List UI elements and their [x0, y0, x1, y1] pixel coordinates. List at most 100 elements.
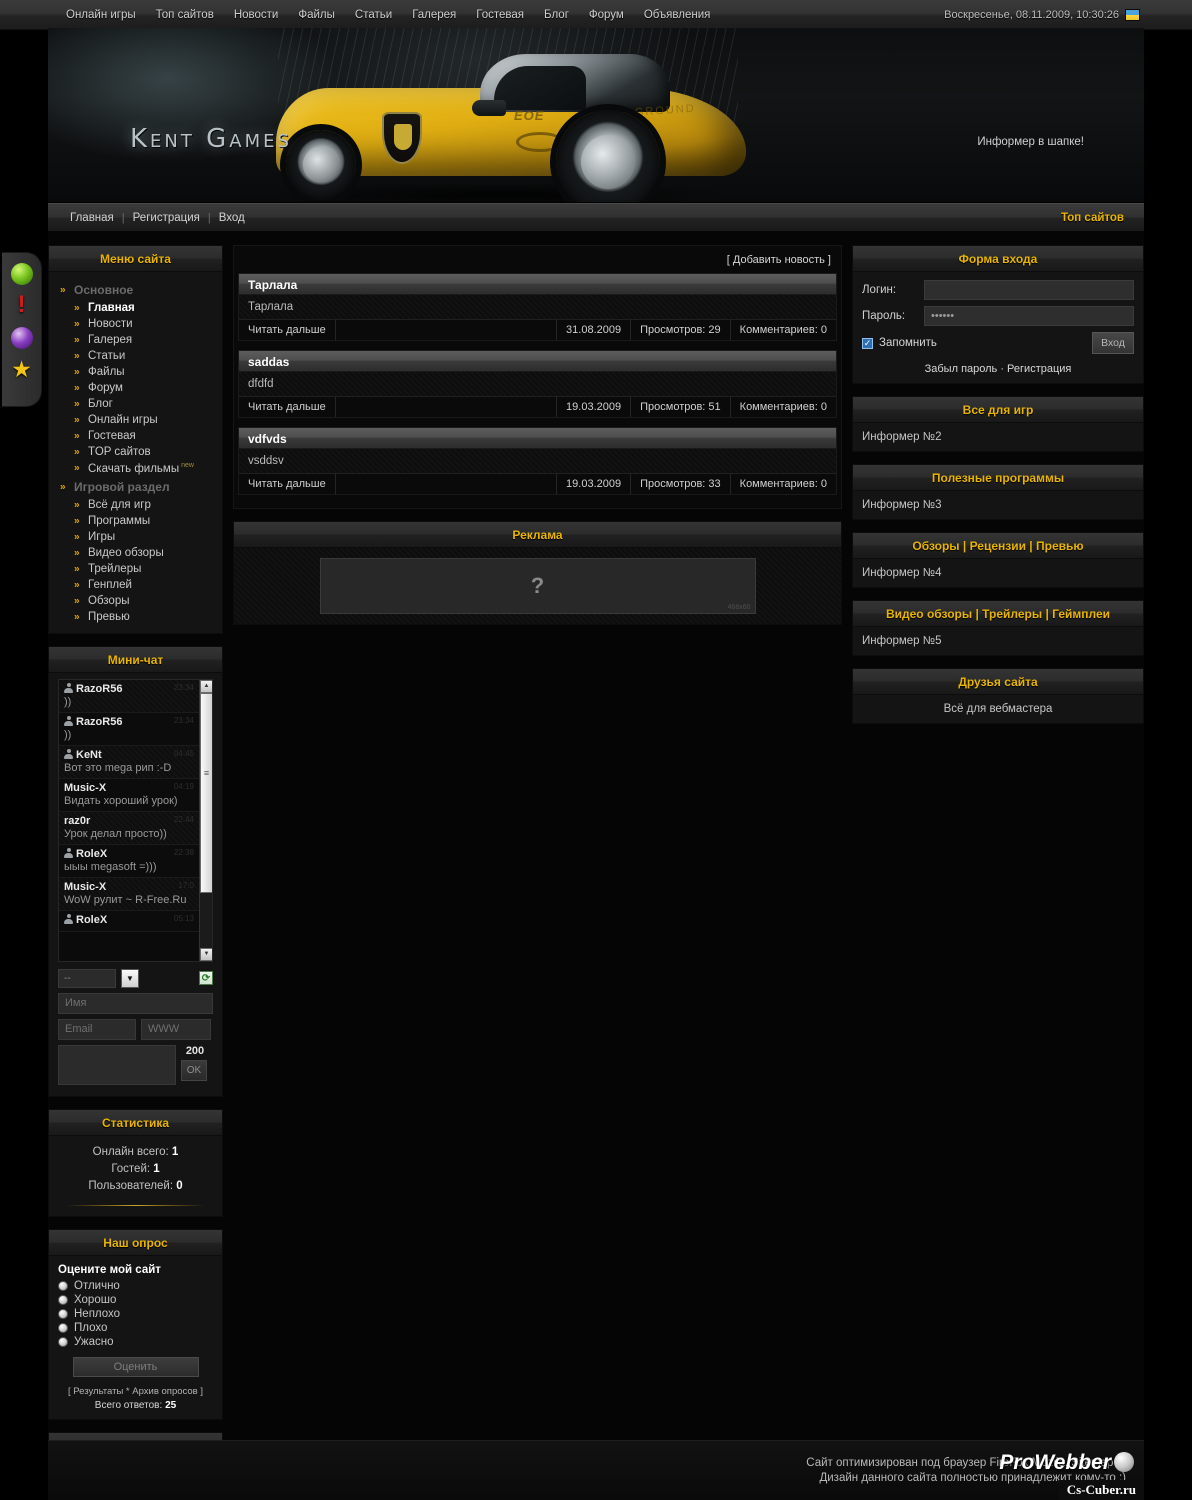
site-menu-body: » Основное » Главная » Новости » Галерея — [48, 271, 223, 634]
sidebar-item-guestbook[interactable]: » Гостевая — [58, 428, 213, 444]
purple-orb-icon[interactable] — [10, 327, 33, 349]
top-nav-item-2[interactable]: Новости — [224, 0, 289, 30]
radio-icon[interactable] — [58, 1280, 68, 1291]
site-friends-title: Друзья сайта — [852, 668, 1144, 694]
read-more-link[interactable]: Читать дальше — [239, 474, 336, 494]
top-nav-item-6[interactable]: Гостевая — [466, 0, 534, 30]
sidebar-item-video-reviews[interactable]: » Видео обзоры — [58, 545, 213, 561]
scrollbar-thumb[interactable] — [200, 692, 212, 893]
chat-message-text: ыыы megasoft =))) — [64, 860, 157, 873]
refresh-icon[interactable]: ⟳ — [199, 971, 213, 986]
chat-scrollbar[interactable]: ▲ ▼ — [199, 679, 212, 961]
chevron-right-icon: » — [74, 611, 79, 623]
subnav-item-register[interactable]: Регистрация — [125, 212, 208, 224]
sidebar-item-gameplay[interactable]: » Генплей — [58, 577, 213, 593]
top-nav-item-5[interactable]: Галерея — [402, 0, 466, 30]
read-more-link[interactable]: Читать дальше — [239, 397, 336, 417]
poll-option-2[interactable]: Неплохо — [58, 1307, 213, 1321]
car-decal-text: EOE — [514, 108, 545, 123]
sidebar-item-gallery[interactable]: » Галерея — [58, 332, 213, 348]
sidebar-item-online-games[interactable]: » Онлайн игры — [58, 412, 213, 428]
sidebar-item-games[interactable]: » Игры — [58, 529, 213, 545]
menu-item-label: Программы — [88, 514, 151, 527]
radio-icon[interactable] — [58, 1322, 68, 1333]
poll-option-0[interactable]: Отлично — [58, 1279, 213, 1293]
sidebar-item-files[interactable]: » Файлы — [58, 364, 213, 380]
statistics-body: Онлайн всего: 1 Гостей: 1 Пользователей:… — [48, 1134, 223, 1217]
sidebar-item-download-movies[interactable]: » Скачать фильмы new — [58, 460, 213, 477]
news-body: dfdfd — [238, 372, 837, 396]
poll-title: Наш опрос — [48, 1228, 223, 1255]
sidebar-item-all-for-games[interactable]: » Всё для игр — [58, 497, 213, 513]
chat-www-input[interactable] — [141, 1018, 211, 1040]
top-nav-item-3[interactable]: Файлы — [288, 0, 345, 30]
subnav-item-home[interactable]: Главная — [62, 212, 122, 224]
block-site-menu: Меню сайта » Основное » Главная » Новост… — [48, 245, 223, 634]
subnav-top-sites-link[interactable]: Топ сайтов — [1061, 212, 1130, 224]
news-comments[interactable]: Комментариев: 0 — [731, 474, 836, 494]
chat-smiley-select[interactable]: -- — [58, 968, 116, 988]
poll-results-links[interactable]: [ Результаты * Архив опросов ] — [58, 1386, 213, 1397]
main-content: [ Добавить новость ] Тарлала Тарлала Чит… — [233, 245, 842, 637]
sidebar-item-top-sites[interactable]: » TOP сайтов — [58, 444, 213, 460]
star-icon[interactable]: ★ — [10, 358, 34, 382]
prowebber-logo[interactable]: ProWebber — [999, 1451, 1134, 1475]
top-nav-item-0[interactable]: Онлайн игры — [56, 0, 146, 30]
sidebar-item-programs[interactable]: » Программы — [58, 513, 213, 529]
top-nav-item-8[interactable]: Форум — [579, 0, 634, 30]
site-logo[interactable]: Kent Games — [130, 124, 292, 154]
top-nav-item-9[interactable]: Объявления — [634, 0, 721, 30]
menu-item-label: Всё для игр — [88, 498, 151, 511]
sidebar-item-preview[interactable]: » Превью — [58, 609, 213, 625]
top-nav-item-4[interactable]: Статьи — [345, 0, 402, 30]
add-news-link[interactable]: [ Добавить новость ] — [238, 250, 837, 273]
ad-placeholder[interactable]: ? 468x60 — [319, 558, 756, 614]
poll-submit-button[interactable]: Оценить — [72, 1356, 199, 1377]
news-comments[interactable]: Комментариев: 0 — [731, 397, 836, 417]
read-more-link[interactable]: Читать дальше — [239, 320, 336, 340]
sidebar-item-forum[interactable]: » Форум — [58, 380, 213, 396]
current-datetime: Воскресенье, 08.11.2009, 10:30:26 — [944, 8, 1140, 21]
scroll-up-icon[interactable]: ▲ — [200, 679, 212, 693]
informer-3-text: Информер №3 — [862, 499, 942, 511]
sidebar-item-trailers[interactable]: » Трейлеры — [58, 561, 213, 577]
chat-message-input[interactable] — [58, 1044, 176, 1085]
sidebar-item-news[interactable]: » Новости — [58, 316, 213, 332]
top-nav-item-1[interactable]: Топ сайтов — [146, 0, 224, 30]
chat-message: RazoR56 23:34 )) — [59, 712, 199, 746]
chevron-right-icon: » — [74, 302, 79, 314]
news-title[interactable]: saddas — [238, 350, 837, 372]
news-title[interactable]: vdfvds — [238, 427, 837, 449]
sidebar-item-blog[interactable]: » Блог — [58, 396, 213, 412]
exclamation-icon[interactable]: ! — [11, 293, 33, 318]
chat-name-input[interactable] — [58, 992, 213, 1014]
radio-icon[interactable] — [58, 1336, 68, 1347]
sidebar-item-home[interactable]: » Главная — [58, 300, 213, 316]
login-input[interactable] — [924, 280, 1134, 300]
menu-item-label: TOP сайтов — [88, 446, 151, 458]
poll-option-3[interactable]: Плохо — [58, 1321, 213, 1335]
chat-nick-text: Music-X — [64, 880, 107, 893]
green-orb-icon[interactable] — [10, 263, 33, 285]
top-nav-item-7[interactable]: Блог — [534, 0, 579, 30]
scroll-down-icon[interactable]: ▼ — [200, 947, 212, 961]
sidebar-item-articles[interactable]: » Статьи — [58, 348, 213, 364]
news-comments[interactable]: Комментариев: 0 — [731, 320, 836, 340]
news-title[interactable]: Тарлала — [238, 273, 837, 295]
poll-option-1[interactable]: Хорошо — [58, 1293, 213, 1307]
subnav-item-login[interactable]: Вход — [211, 212, 253, 224]
chat-email-input[interactable] — [58, 1018, 136, 1040]
car-rear-wheel — [286, 130, 356, 200]
login-submit-button[interactable]: Вход — [1092, 332, 1134, 354]
chat-submit-button[interactable]: OK — [181, 1059, 207, 1081]
sidebar-item-reviews[interactable]: » Обзоры — [58, 593, 213, 609]
chevron-down-icon[interactable]: ▼ — [121, 968, 139, 988]
radio-icon[interactable] — [58, 1308, 68, 1319]
remember-checkbox[interactable]: ✓ — [862, 337, 873, 349]
chat-contact-row — [58, 1018, 213, 1040]
password-input[interactable] — [924, 306, 1134, 326]
poll-option-4[interactable]: Ужасно — [58, 1335, 213, 1349]
site-friends-link[interactable]: Всё для вебмастера — [862, 703, 1134, 715]
login-helper-links[interactable]: Забыл пароль · Регистрация — [862, 363, 1134, 375]
radio-icon[interactable] — [58, 1294, 68, 1305]
